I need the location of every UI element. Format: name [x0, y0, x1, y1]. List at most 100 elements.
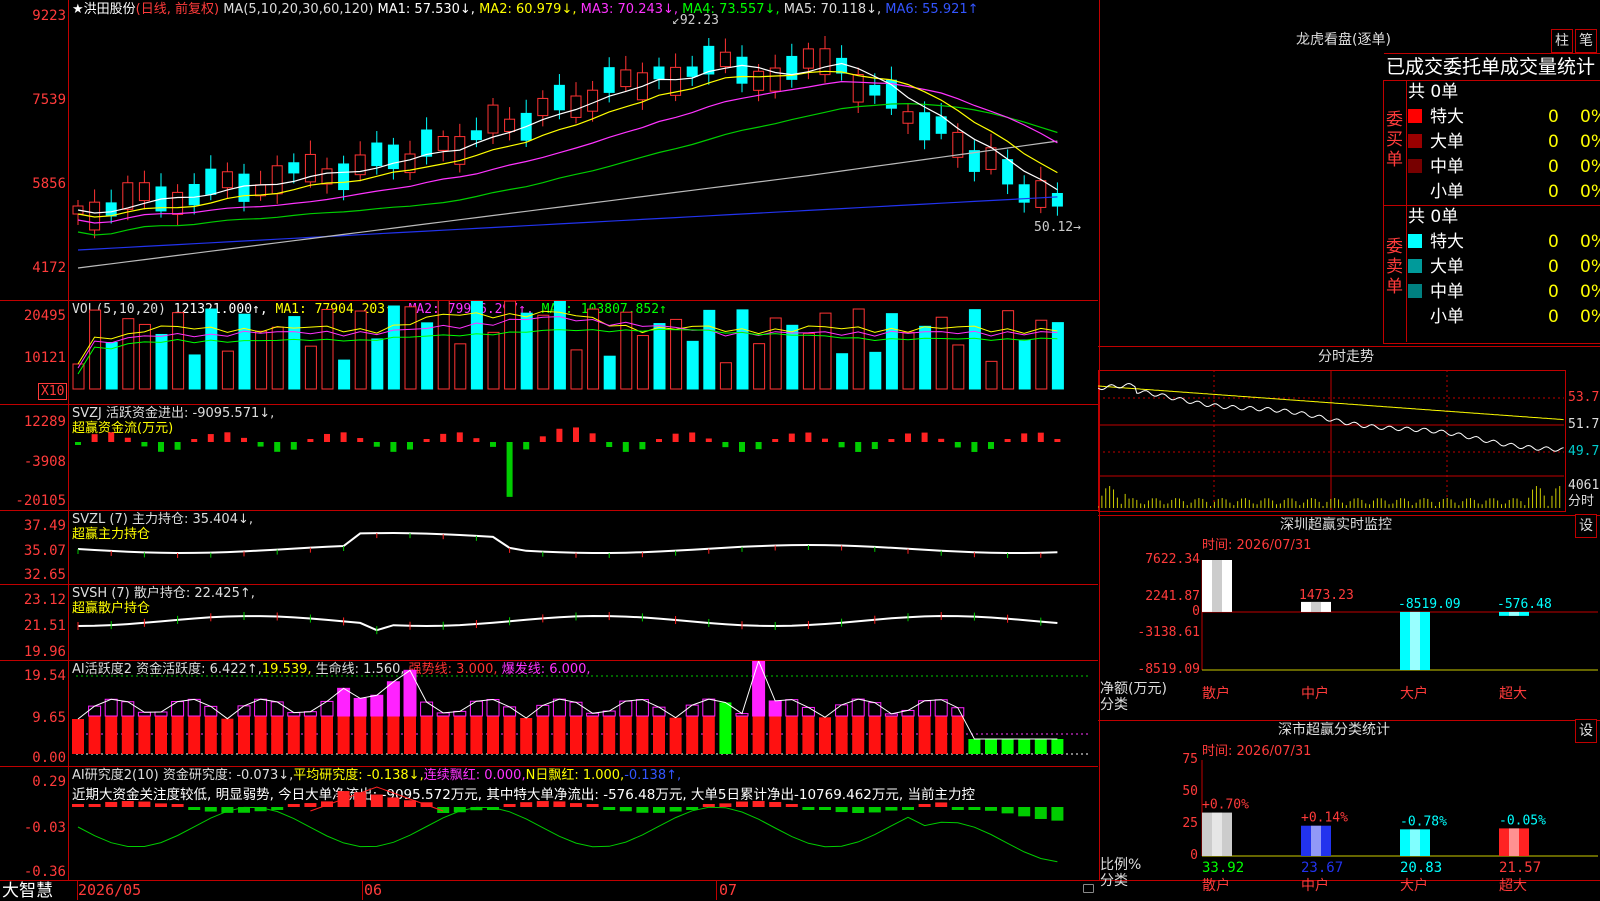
- buy-row[interactable]: 特大00%: [1408, 107, 1600, 127]
- research-bar[interactable]: [586, 804, 599, 807]
- flow-bar[interactable]: [108, 432, 115, 442]
- volume-bar[interactable]: [553, 301, 566, 390]
- volume-bar[interactable]: [238, 313, 251, 390]
- activity-bar[interactable]: [171, 716, 184, 754]
- candle[interactable]: [205, 168, 217, 195]
- volume-bar[interactable]: [205, 308, 218, 390]
- flow-bar[interactable]: [905, 433, 911, 442]
- flow-bar[interactable]: [539, 436, 546, 442]
- activity-bar[interactable]: [902, 716, 914, 754]
- activity-bar[interactable]: [271, 716, 284, 754]
- intraday-chart[interactable]: [1098, 370, 1564, 510]
- activity-bar[interactable]: [370, 716, 383, 754]
- activity-bar[interactable]: [669, 717, 682, 754]
- research-bar[interactable]: [287, 804, 300, 807]
- research-bar[interactable]: [902, 807, 914, 810]
- activity-bar[interactable]: [802, 716, 815, 754]
- research-bar[interactable]: [155, 803, 167, 807]
- research-bar[interactable]: [404, 800, 416, 807]
- candle[interactable]: [570, 95, 582, 118]
- candle[interactable]: [537, 97, 549, 117]
- buy-row[interactable]: 大单00%: [1408, 132, 1600, 152]
- flow-bar[interactable]: [290, 442, 297, 450]
- flow-bar[interactable]: [257, 442, 264, 447]
- activity-bar[interactable]: [238, 716, 250, 754]
- tick-view-button[interactable]: 笔: [1575, 29, 1597, 53]
- candle[interactable]: [603, 67, 615, 93]
- candle[interactable]: [836, 57, 848, 74]
- research-bar[interactable]: [88, 804, 101, 807]
- flow-bar[interactable]: [805, 432, 812, 442]
- flow-bar[interactable]: [207, 434, 214, 442]
- flow-bar[interactable]: [705, 438, 712, 442]
- research-bar[interactable]: [951, 807, 964, 810]
- lock-icon[interactable]: [1083, 884, 1094, 893]
- activity-bar[interactable]: [619, 716, 632, 754]
- volume-bar[interactable]: [968, 309, 981, 390]
- activity-bar[interactable]: [503, 716, 516, 754]
- volume-bar[interactable]: [836, 353, 849, 390]
- activity-bar[interactable]: [702, 716, 715, 754]
- flow-bar[interactable]: [573, 427, 579, 442]
- research-bar[interactable]: [985, 807, 997, 811]
- activity-bar[interactable]: [918, 716, 931, 754]
- candle[interactable]: [620, 69, 632, 88]
- volume-bar[interactable]: [952, 344, 965, 390]
- flow-bar[interactable]: [506, 442, 513, 497]
- volume-bar[interactable]: [454, 343, 467, 390]
- volume-bar[interactable]: [105, 342, 118, 390]
- candle[interactable]: [504, 118, 516, 133]
- activity-bar[interactable]: [1051, 739, 1064, 754]
- activity-bar[interactable]: [536, 716, 549, 754]
- monitor-chart[interactable]: 7622.34 散户 1473.23 中户 -8519.09 大户 -576.48 超大: [1098, 560, 1600, 720]
- candle[interactable]: [1002, 159, 1014, 185]
- research-bar[interactable]: [736, 801, 748, 807]
- volume-bar[interactable]: [636, 335, 649, 390]
- activity-bar[interactable]: [951, 716, 964, 754]
- candle[interactable]: [371, 142, 383, 167]
- volume-bar[interactable]: [404, 306, 417, 390]
- activity-bar[interactable]: [354, 716, 367, 754]
- flow-bar[interactable]: [921, 432, 928, 442]
- activity-bar[interactable]: [155, 716, 167, 754]
- volume-bar[interactable]: [719, 362, 732, 390]
- volume-bar[interactable]: [703, 309, 716, 390]
- candle[interactable]: [719, 51, 731, 68]
- svzl-chart[interactable]: [68, 511, 1098, 584]
- candle[interactable]: [470, 130, 482, 141]
- activity-bar[interactable]: [885, 716, 898, 754]
- research-bar[interactable]: [204, 807, 217, 812]
- candle[interactable]: [487, 104, 499, 134]
- candle[interactable]: [1035, 180, 1047, 208]
- vol-unit-button[interactable]: X10: [38, 383, 68, 400]
- research-bar[interactable]: [503, 804, 516, 807]
- activity-bar[interactable]: [935, 716, 948, 754]
- volume-bar[interactable]: [387, 305, 400, 390]
- research-bar[interactable]: [918, 804, 931, 807]
- ai1-chart[interactable]: [68, 661, 1098, 766]
- candlestick-chart[interactable]: [68, 0, 1098, 300]
- research-bar[interactable]: [370, 794, 383, 807]
- flow-bar[interactable]: [639, 442, 646, 450]
- volume-bar[interactable]: [321, 308, 334, 390]
- research-bar[interactable]: [138, 801, 151, 807]
- research-bar[interactable]: [72, 804, 84, 807]
- activity-bar[interactable]: [968, 739, 981, 754]
- candle[interactable]: [553, 84, 565, 111]
- research-bar[interactable]: [1001, 807, 1014, 814]
- activity-bar[interactable]: [287, 716, 300, 754]
- candle[interactable]: [968, 150, 980, 172]
- activity-bar[interactable]: [337, 716, 350, 754]
- research-bar[interactable]: [852, 807, 865, 813]
- research-bar[interactable]: [802, 807, 815, 810]
- activity-bar[interactable]: [470, 716, 483, 754]
- activity-bar[interactable]: [437, 716, 450, 754]
- activity-bar[interactable]: [404, 716, 416, 754]
- activity-bar[interactable]: [785, 716, 798, 754]
- research-bar[interactable]: [536, 801, 549, 807]
- research-bar[interactable]: [719, 803, 732, 807]
- buy-row[interactable]: 小单00%: [1408, 182, 1600, 202]
- candle[interactable]: [736, 56, 748, 84]
- volume-bar[interactable]: [304, 345, 317, 390]
- flow-bar[interactable]: [523, 442, 530, 450]
